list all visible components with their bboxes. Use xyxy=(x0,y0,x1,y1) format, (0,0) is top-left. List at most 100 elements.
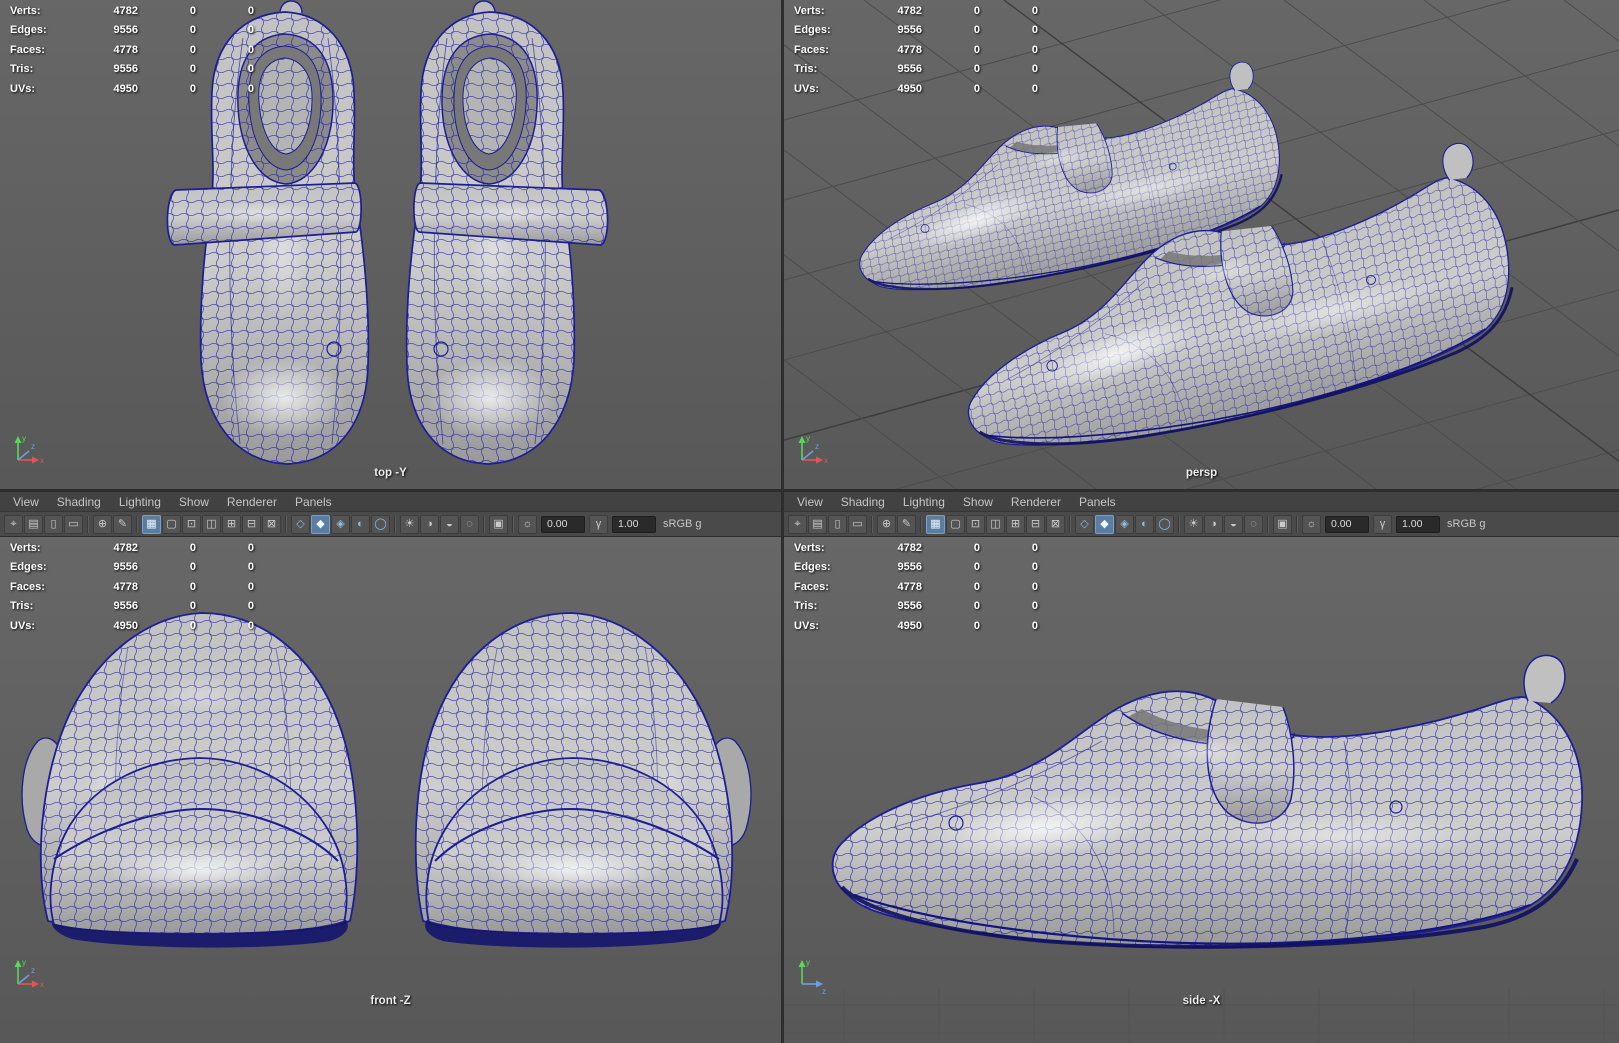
top-view-canvas[interactable] xyxy=(0,0,781,489)
all-lights-icon[interactable]: ☀ xyxy=(1184,514,1203,534)
maya-four-view-layout: Verts: 4782 0 0 Edges: 9556 0 0 Faces: 4778 0 0 Tris… xyxy=(0,0,1619,1043)
screen-space-ao-icon[interactable]: ◒ xyxy=(1224,514,1243,534)
grid-icon[interactable]: ▦ xyxy=(142,514,161,534)
gamma-icon[interactable]: γ xyxy=(589,514,608,534)
menu-view[interactable]: View xyxy=(788,493,832,511)
toolbar-separator xyxy=(871,515,873,533)
motion-blur-icon[interactable]: ◌ xyxy=(1244,514,1263,534)
safe-action-icon[interactable]: ⊟ xyxy=(242,514,261,534)
screen-space-ao-icon[interactable]: ◒ xyxy=(440,514,459,534)
gamma-field[interactable]: 1.00 xyxy=(612,515,656,533)
exposure-icon[interactable]: ☼ xyxy=(518,514,537,534)
image-plane-icon[interactable]: ▭ xyxy=(64,514,83,534)
panel-front: View Shading Lighting Show Renderer Panels ⌖ ▤… xyxy=(0,492,781,1043)
front-view-canvas[interactable] xyxy=(0,537,781,1043)
toolbar-separator xyxy=(920,515,922,533)
textured-icon[interactable]: ◐ xyxy=(1135,514,1154,534)
toolbar-separator xyxy=(1069,515,1071,533)
textured-icon[interactable]: ◐ xyxy=(351,514,370,534)
toolbar-separator xyxy=(136,515,138,533)
safe-title-icon[interactable]: ⊠ xyxy=(1046,514,1065,534)
grid-icon[interactable]: ▦ xyxy=(926,514,945,534)
gate-mask-icon[interactable]: ◫ xyxy=(986,514,1005,534)
use-default-material-icon[interactable]: ◯ xyxy=(1155,514,1174,534)
toolbar-separator xyxy=(512,515,514,533)
shoe-mesh-right[interactable] xyxy=(405,0,609,465)
menu-show[interactable]: Show xyxy=(954,493,1002,511)
motion-blur-icon[interactable]: ◌ xyxy=(460,514,479,534)
camera-bookmarks-icon[interactable]: ▯ xyxy=(828,514,847,534)
toolbar-separator xyxy=(394,515,396,533)
menu-shading[interactable]: Shading xyxy=(48,493,110,511)
toolbar-separator xyxy=(1267,515,1269,533)
toolbar-separator xyxy=(1178,515,1180,533)
gamma-icon[interactable]: γ xyxy=(1373,514,1392,534)
image-plane-icon[interactable]: ▭ xyxy=(848,514,867,534)
viewport-front[interactable]: Verts: 4782 0 0 Edges: 9556 0 0 Faces: 4778 0 0 Tris… xyxy=(0,537,781,1043)
safe-action-icon[interactable]: ⊟ xyxy=(1026,514,1045,534)
toolbar-separator xyxy=(87,515,89,533)
resolution-gate-icon[interactable]: ⊡ xyxy=(966,514,985,534)
viewport-top[interactable]: Verts: 4782 0 0 Edges: 9556 0 0 Faces: 4778 0 0 Tris… xyxy=(0,0,781,489)
use-default-material-icon[interactable]: ◯ xyxy=(371,514,390,534)
smooth-shade-icon[interactable]: ◆ xyxy=(1095,514,1114,534)
persp-view-canvas[interactable] xyxy=(784,0,1619,489)
menu-renderer[interactable]: Renderer xyxy=(1002,493,1070,511)
panel-toolbar: ⌖ ▤ ▯ ▭ ⊕ ✎ ▦ ▢ ⊡ ◫ ⊞ ⊟ ⊠ ◇ ◆ ◈ ◐ ◯ ☀ ◑ ◒ ◌ ▣ ☼ 0.00 γ 1.00 sRGB g xyxy=(0,512,781,537)
shadows-icon[interactable]: ◑ xyxy=(1204,514,1223,534)
menu-renderer[interactable]: Renderer xyxy=(218,493,286,511)
panel-menubar: View Shading Lighting Show Renderer Panels xyxy=(784,492,1619,512)
select-camera-icon[interactable]: ⌖ xyxy=(4,514,23,534)
wireframe-icon[interactable]: ◇ xyxy=(1075,514,1094,534)
resolution-gate-icon[interactable]: ⊡ xyxy=(182,514,201,534)
shoe-mesh-left[interactable] xyxy=(166,0,370,465)
menu-panels[interactable]: Panels xyxy=(1070,493,1125,511)
two-d-pan-zoom-icon[interactable]: ⊕ xyxy=(93,514,112,534)
isolate-select-icon[interactable]: ▣ xyxy=(1273,514,1292,534)
exposure-field[interactable]: 0.00 xyxy=(541,515,585,533)
shoe-mesh-right[interactable] xyxy=(414,612,752,949)
toolbar-separator xyxy=(1296,515,1298,533)
panel-side: View Shading Lighting Show Renderer Panels ⌖ ▤… xyxy=(784,492,1619,1043)
gamma-field[interactable]: 1.00 xyxy=(1396,515,1440,533)
film-gate-icon[interactable]: ▢ xyxy=(946,514,965,534)
menu-shading[interactable]: Shading xyxy=(832,493,894,511)
wireframe-on-shaded-icon[interactable]: ◈ xyxy=(1115,514,1134,534)
camera-bookmarks-icon[interactable]: ▯ xyxy=(44,514,63,534)
camera-attributes-icon[interactable]: ▤ xyxy=(24,514,43,534)
all-lights-icon[interactable]: ☀ xyxy=(400,514,419,534)
shoe-mesh-side[interactable] xyxy=(831,654,1583,949)
film-gate-icon[interactable]: ▢ xyxy=(162,514,181,534)
isolate-select-icon[interactable]: ▣ xyxy=(489,514,508,534)
side-view-canvas[interactable] xyxy=(784,537,1619,1043)
colorspace-label[interactable]: sRGB g xyxy=(663,518,702,530)
viewport-side[interactable]: Verts: 4782 0 0 Edges: 9556 0 0 Faces: 4778 0 0 Tris… xyxy=(784,537,1619,1043)
field-chart-icon[interactable]: ⊞ xyxy=(1006,514,1025,534)
grease-pencil-icon[interactable]: ✎ xyxy=(113,514,132,534)
shadows-icon[interactable]: ◑ xyxy=(420,514,439,534)
toolbar-separator xyxy=(483,515,485,533)
gate-mask-icon[interactable]: ◫ xyxy=(202,514,221,534)
colorspace-label[interactable]: sRGB g xyxy=(1447,518,1486,530)
menu-lighting[interactable]: Lighting xyxy=(894,493,954,511)
grease-pencil-icon[interactable]: ✎ xyxy=(897,514,916,534)
menu-view[interactable]: View xyxy=(4,493,48,511)
select-camera-icon[interactable]: ⌖ xyxy=(788,514,807,534)
wireframe-on-shaded-icon[interactable]: ◈ xyxy=(331,514,350,534)
exposure-field[interactable]: 0.00 xyxy=(1325,515,1369,533)
panel-menubar: View Shading Lighting Show Renderer Panels xyxy=(0,492,781,512)
shoe-mesh-left[interactable] xyxy=(21,612,359,949)
two-d-pan-zoom-icon[interactable]: ⊕ xyxy=(877,514,896,534)
menu-show[interactable]: Show xyxy=(170,493,218,511)
viewport-persp[interactable]: Verts: 4782 0 0 Edges: 9556 0 0 Faces: 4778 0 0 Tris… xyxy=(784,0,1619,489)
exposure-icon[interactable]: ☼ xyxy=(1302,514,1321,534)
toolbar-separator xyxy=(285,515,287,533)
smooth-shade-icon[interactable]: ◆ xyxy=(311,514,330,534)
ground-grid xyxy=(784,989,1619,1043)
menu-panels[interactable]: Panels xyxy=(286,493,341,511)
field-chart-icon[interactable]: ⊞ xyxy=(222,514,241,534)
wireframe-icon[interactable]: ◇ xyxy=(291,514,310,534)
menu-lighting[interactable]: Lighting xyxy=(110,493,170,511)
camera-attributes-icon[interactable]: ▤ xyxy=(808,514,827,534)
safe-title-icon[interactable]: ⊠ xyxy=(262,514,281,534)
